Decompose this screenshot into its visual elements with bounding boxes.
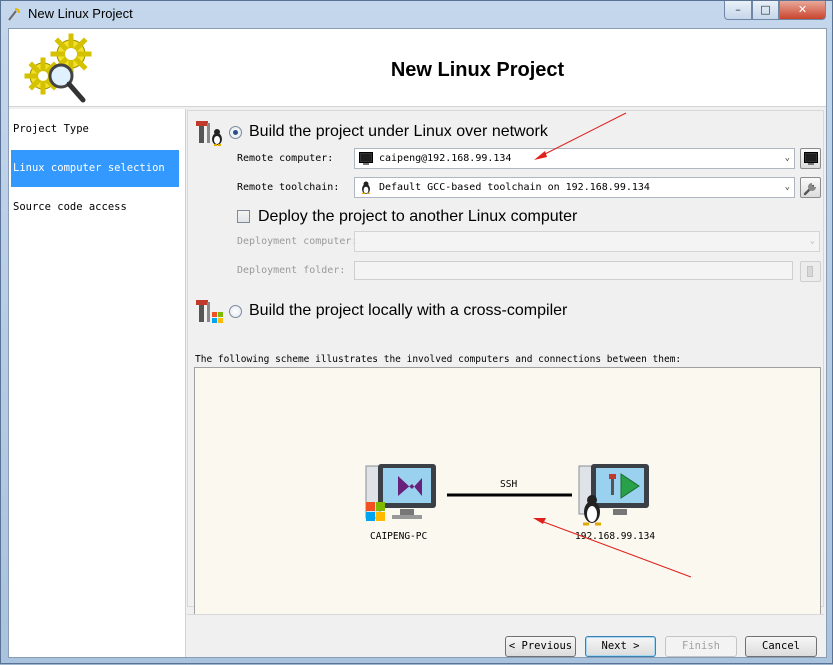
terminal-icon	[359, 152, 373, 165]
remote-computer-value: caipeng@192.168.99.134	[379, 153, 512, 164]
remote-toolchain-value: Default GCC-based toolchain on 192.168.9…	[379, 182, 650, 193]
remote-computer-node-label: 192.168.99.134	[575, 531, 656, 542]
deployment-computer-label: Deployment computer:	[237, 236, 358, 247]
sidebar-item-linux-computer-selection[interactable]: Linux computer selection	[11, 150, 179, 187]
linux-computer-icon	[578, 464, 649, 526]
folder-icon	[807, 266, 813, 277]
edit-toolchain-button[interactable]	[800, 177, 821, 198]
build-tools-linux-icon	[196, 121, 222, 146]
wrench-icon	[803, 183, 816, 196]
page-title: New Linux Project	[390, 59, 565, 81]
build-over-network-radio[interactable]	[229, 126, 242, 139]
wizard-header: New Linux Project	[9, 29, 826, 107]
chevron-down-icon: ⌄	[809, 236, 815, 246]
build-locally-radio[interactable]	[229, 305, 242, 318]
wizard-app-icon	[8, 8, 20, 21]
next-button[interactable]: Next >	[585, 636, 656, 657]
window-title: New Linux Project	[28, 6, 133, 21]
wizard-sidebar: Project Type Linux computer selection So…	[9, 109, 186, 657]
remote-computer-combobox[interactable]: caipeng@192.168.99.134 ⌄	[354, 148, 795, 169]
linux-penguin-icon	[362, 181, 370, 194]
previous-button[interactable]: < Previous	[505, 636, 576, 657]
windows-pc-visual-studio-icon	[365, 464, 436, 521]
scheme-description: The following scheme illustrates the inv…	[195, 354, 682, 365]
deployment-computer-combobox[interactable]: ⌄	[354, 231, 820, 252]
title-bar[interactable]: New Linux Project – □ ✕	[1, 1, 832, 27]
options-panel: Build the project under Linux over netwo…	[187, 110, 824, 632]
close-button[interactable]: ✕	[779, 1, 826, 20]
wizard-client: New Linux Project Project Type Linux com…	[8, 28, 827, 658]
chevron-down-icon: ⌄	[784, 153, 790, 163]
terminal-icon	[804, 152, 818, 165]
maximize-button[interactable]: □	[752, 1, 779, 20]
deploy-project-checkbox[interactable]	[237, 210, 250, 223]
local-computer-label: CAIPENG-PC	[370, 531, 428, 542]
sidebar-item-source-code-access[interactable]: Source code access	[11, 189, 179, 226]
sidebar-item-project-type[interactable]: Project Type	[11, 111, 179, 148]
deploy-project-label: Deploy the project to another Linux comp…	[258, 208, 578, 225]
build-tools-windows-icon	[196, 300, 223, 323]
open-terminal-button[interactable]	[800, 148, 821, 169]
wizard-window: New Linux Project – □ ✕ New Linux Projec	[0, 0, 833, 664]
remote-computer-label: Remote computer:	[237, 153, 334, 164]
connection-scheme: CAIPENG-PC SSH 192.168.99.134	[194, 367, 821, 632]
chevron-down-icon: ⌄	[784, 182, 790, 192]
finish-button[interactable]: Finish	[665, 636, 737, 657]
remote-toolchain-label: Remote toolchain:	[237, 182, 340, 193]
deployment-folder-label: Deployment folder:	[237, 265, 346, 276]
ssh-label: SSH	[500, 479, 518, 490]
wizard-footer: < Previous Next > Finish Cancel	[187, 614, 824, 657]
cancel-button[interactable]: Cancel	[745, 636, 817, 657]
browse-folder-button[interactable]	[800, 261, 821, 282]
build-locally-label: Build the project locally with a cross-c…	[249, 302, 568, 319]
deployment-folder-input[interactable]	[354, 261, 793, 280]
minimize-button[interactable]: –	[724, 1, 752, 20]
build-over-network-label: Build the project under Linux over netwo…	[249, 123, 548, 140]
remote-toolchain-combobox[interactable]: Default GCC-based toolchain on 192.168.9…	[354, 177, 795, 198]
